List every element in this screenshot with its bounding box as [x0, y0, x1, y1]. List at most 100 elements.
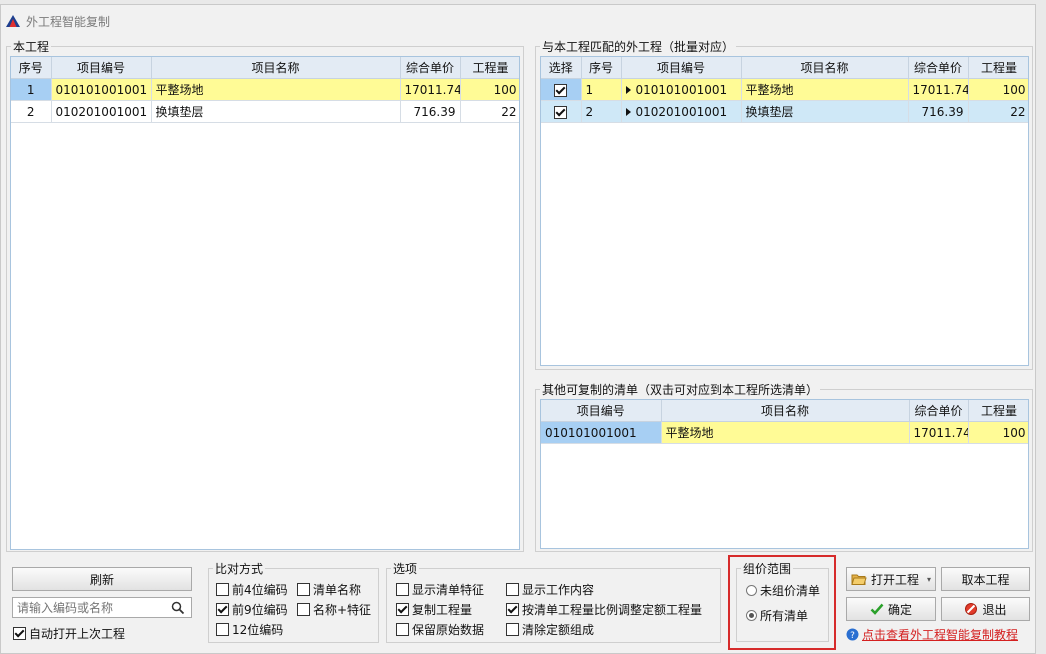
prefix9-label: 前9位编码 [232, 603, 288, 617]
col-header[interactable]: 综合单价 [400, 57, 461, 79]
select-cell[interactable] [541, 100, 582, 123]
unpriced-label: 未组价清单 [760, 584, 821, 598]
show-feature-label: 显示清单特征 [412, 583, 485, 597]
adjust-quota-option[interactable]: 按清单工程量比例调整定额工程量 [506, 601, 702, 618]
prefix9-option[interactable]: 前9位编码 [216, 601, 288, 618]
clear-quota-option[interactable]: 清除定额组成 [506, 621, 594, 638]
window-title: 外工程智能复制 [26, 14, 111, 29]
table-row[interactable]: 010101001001 平整场地 17011.74 100 [541, 421, 1028, 444]
cell-price: 17011.74 [909, 421, 969, 444]
adjust-quota-checkbox[interactable] [506, 603, 519, 616]
checkmark-icon [870, 603, 884, 615]
cell-price: 17011.74 [400, 78, 461, 101]
row-checkbox[interactable] [554, 83, 568, 97]
other-grid-header: 项目编号 项目名称 综合单价 工程量 [541, 400, 1028, 422]
confirm-button[interactable]: 确定 [846, 597, 936, 621]
cell-idx: 1 [581, 78, 622, 101]
cell-name: 换填垫层 [151, 100, 401, 123]
unpriced-option[interactable]: 未组价清单 [746, 582, 820, 599]
name-feature-option[interactable]: 名称+特征 [297, 601, 371, 618]
cell-qty: 22 [460, 100, 519, 123]
cell-name: 换填垫层 [741, 100, 909, 123]
auto-open-option[interactable]: 自动打开上次工程 [13, 625, 125, 642]
col-header[interactable]: 综合单价 [909, 400, 969, 422]
copy-qty-option[interactable]: 复制工程量 [396, 601, 472, 618]
table-row[interactable]: 1 010101001001 平整场地 17011.74 100 [541, 78, 1028, 101]
help-link-text[interactable]: 点击查看外工程智能复制教程 [862, 626, 1018, 643]
col-header[interactable]: 项目名称 [151, 57, 401, 79]
prefix9-checkbox[interactable] [216, 603, 229, 616]
select-cell[interactable] [541, 78, 582, 101]
list-name-checkbox[interactable] [297, 583, 310, 596]
other-grid[interactable]: 项目编号 项目名称 综合单价 工程量 010101001001 平整场地 170… [540, 399, 1029, 549]
left-grid-header: 序号 项目编号 项目名称 综合单价 工程量 [11, 57, 519, 79]
cell-code: 010101001001 [621, 78, 742, 101]
col-header[interactable]: 综合单价 [908, 57, 969, 79]
list-name-option[interactable]: 清单名称 [297, 581, 361, 598]
keep-original-checkbox[interactable] [396, 623, 409, 636]
prefix4-option[interactable]: 前4位编码 [216, 581, 288, 598]
col-header[interactable]: 项目名称 [661, 400, 910, 422]
cell-name: 平整场地 [661, 421, 910, 444]
code12-option[interactable]: 12位编码 [216, 621, 283, 638]
col-header[interactable]: 序号 [581, 57, 622, 79]
unpriced-radio[interactable] [746, 585, 757, 596]
refresh-button[interactable]: 刷新 [12, 567, 192, 591]
expand-arrow-icon[interactable] [625, 108, 631, 116]
cell-price: 716.39 [400, 100, 461, 123]
show-feature-checkbox[interactable] [396, 583, 409, 596]
app-logo-icon [6, 15, 20, 27]
name-feature-checkbox[interactable] [297, 603, 310, 616]
all-option[interactable]: 所有清单 [746, 607, 808, 624]
prefix4-checkbox[interactable] [216, 583, 229, 596]
show-work-option[interactable]: 显示工作内容 [506, 581, 594, 598]
cell-code: 010101001001 [51, 78, 152, 101]
row-checkbox[interactable] [554, 105, 568, 119]
chevron-down-icon[interactable]: ▾ [927, 575, 931, 584]
show-work-label: 显示工作内容 [522, 583, 595, 597]
cell-qty: 100 [460, 78, 519, 101]
left-grid[interactable]: 序号 项目编号 项目名称 综合单价 工程量 1 010101001001 平整场… [10, 56, 520, 550]
match-grid[interactable]: 选择 序号 项目编号 项目名称 综合单价 工程量 1 010101001001 … [540, 56, 1029, 366]
compare-group-title: 比对方式 [213, 560, 266, 577]
code12-checkbox[interactable] [216, 623, 229, 636]
confirm-label: 确定 [887, 602, 912, 617]
open-project-button[interactable]: 打开工程 ▾ [846, 567, 936, 591]
take-project-button[interactable]: 取本工程 [941, 567, 1030, 591]
all-label: 所有清单 [760, 609, 809, 623]
table-row[interactable]: 1 010101001001 平整场地 17011.74 100 [11, 78, 519, 101]
col-header[interactable]: 项目名称 [741, 57, 909, 79]
col-header[interactable]: 项目编号 [51, 57, 152, 79]
cell-code: 010101001001 [541, 421, 662, 444]
clear-quota-checkbox[interactable] [506, 623, 519, 636]
col-header[interactable]: 工程量 [968, 400, 1028, 422]
keep-original-label: 保留原始数据 [412, 623, 485, 637]
col-header[interactable]: 序号 [11, 57, 52, 79]
auto-open-checkbox[interactable] [13, 627, 26, 640]
keep-original-option[interactable]: 保留原始数据 [396, 621, 484, 638]
table-row[interactable]: 2 010201001001 换填垫层 716.39 22 [11, 100, 519, 123]
help-link[interactable]: ? 点击查看外工程智能复制教程 [846, 626, 1018, 643]
col-header[interactable]: 选择 [541, 57, 582, 79]
cell-code-text: 010201001001 [635, 104, 728, 119]
table-row[interactable]: 2 010201001001 换填垫层 716.39 22 [541, 100, 1028, 123]
take-project-label: 取本工程 [961, 572, 1010, 587]
copy-qty-checkbox[interactable] [396, 603, 409, 616]
show-feature-option[interactable]: 显示清单特征 [396, 581, 484, 598]
col-header[interactable]: 工程量 [460, 57, 519, 79]
search-input[interactable] [13, 599, 171, 616]
exit-button[interactable]: 退出 [941, 597, 1030, 621]
cell-price: 17011.74 [908, 78, 969, 101]
show-work-checkbox[interactable] [506, 583, 519, 596]
auto-open-label: 自动打开上次工程 [29, 627, 126, 641]
all-radio[interactable] [746, 610, 757, 621]
col-header[interactable]: 工程量 [968, 57, 1028, 79]
title-bar: 外工程智能复制 [6, 12, 110, 30]
col-header[interactable]: 项目编号 [621, 57, 742, 79]
col-header[interactable]: 项目编号 [541, 400, 662, 422]
expand-arrow-icon[interactable] [625, 86, 631, 94]
cell-qty: 100 [968, 78, 1028, 101]
search-icon[interactable] [171, 601, 185, 615]
search-box[interactable] [12, 597, 192, 618]
cell-qty: 22 [968, 100, 1028, 123]
